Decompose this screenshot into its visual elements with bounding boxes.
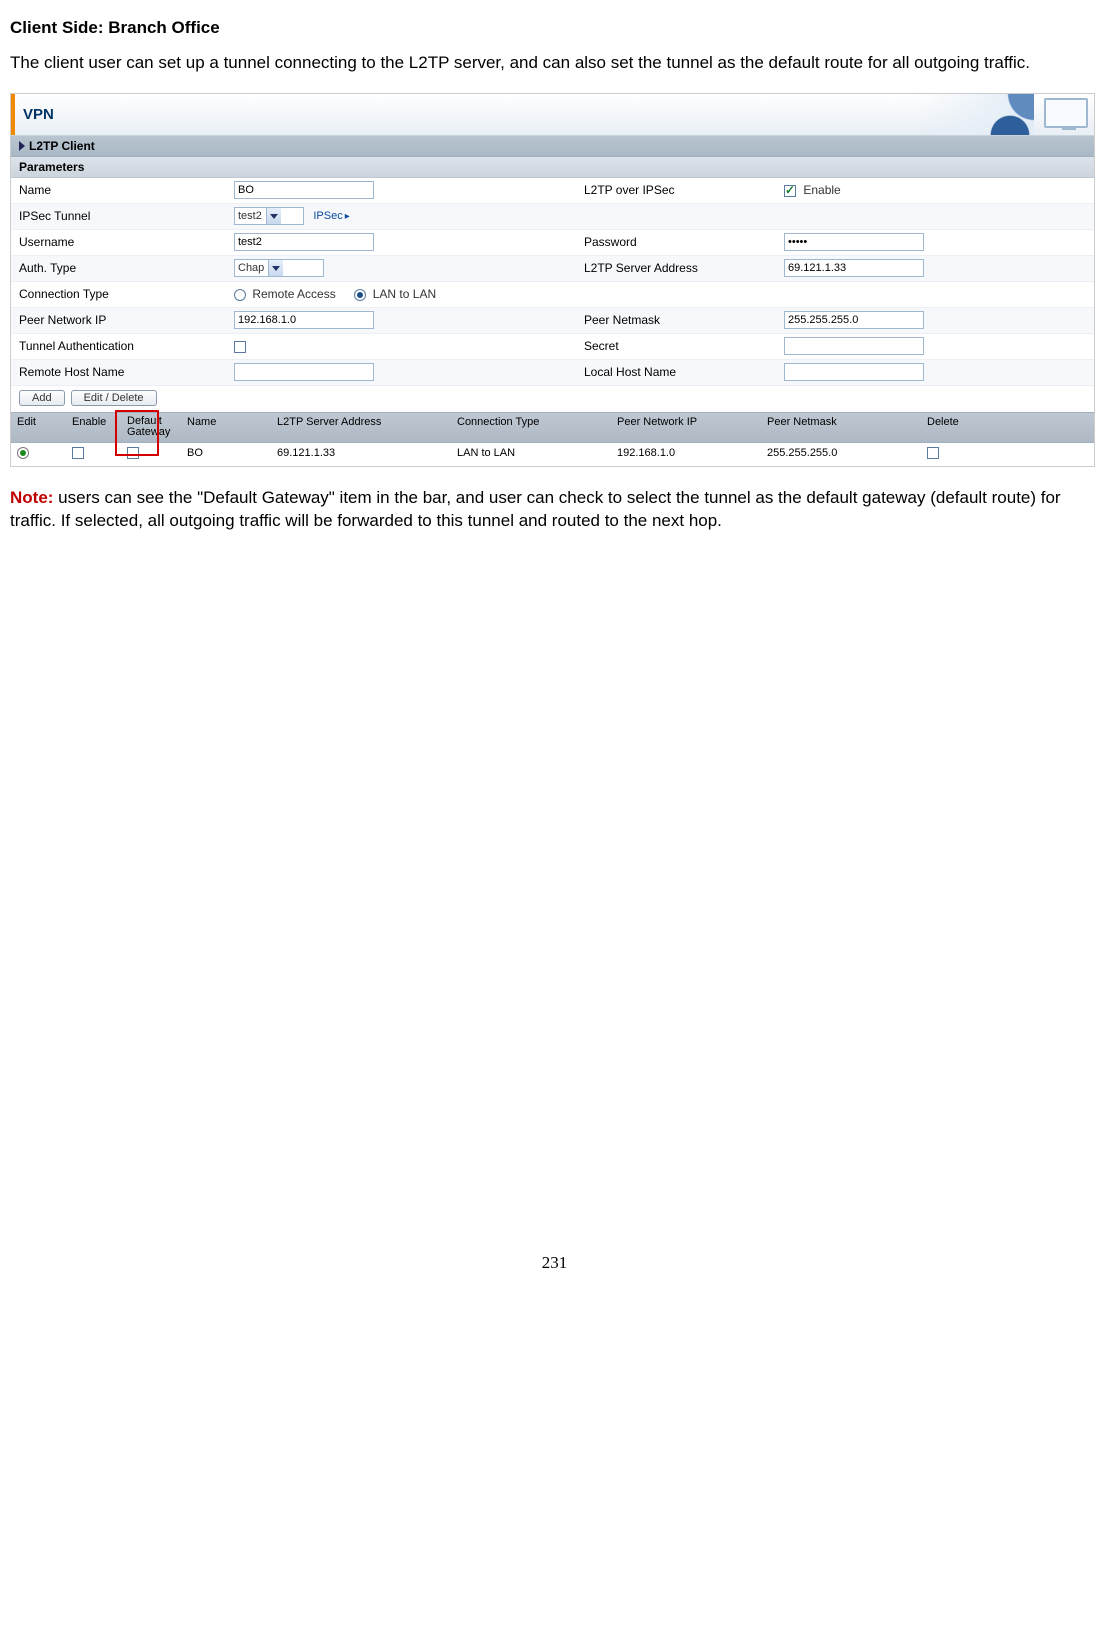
accent-strip (11, 94, 15, 135)
label-server-addr: L2TP Server Address (584, 261, 784, 275)
chevron-down-icon (266, 208, 281, 224)
label-tunnel-auth: Tunnel Authentication (19, 339, 234, 353)
grid-header: Edit Enable Default Gateway Name L2TP Se… (11, 412, 1094, 443)
gh-peerip: Peer Network IP (611, 413, 761, 442)
monitor-icon (1034, 94, 1094, 135)
checkbox-tunnel-auth[interactable] (234, 341, 246, 353)
grid-row: BO 69.121.1.33 LAN to LAN 192.168.1.0 25… (11, 443, 1094, 466)
vpn-header-title: VPN (23, 106, 54, 123)
label-remote-access: Remote Access (252, 287, 335, 301)
row-name: Name L2TP over IPSec Enable (11, 178, 1094, 204)
input-username[interactable] (234, 233, 374, 251)
label-local-host: Local Host Name (584, 365, 784, 379)
gh-server: L2TP Server Address (271, 413, 451, 442)
input-server-addr[interactable] (784, 259, 924, 277)
doc-heading: Client Side: Branch Office (10, 18, 1099, 38)
select-ipsec-value: test2 (238, 210, 262, 222)
tunnel-grid: Edit Enable Default Gateway Name L2TP Se… (11, 412, 1094, 466)
note-label: Note: (10, 488, 53, 507)
link-ipsec[interactable]: IPSec (313, 210, 349, 222)
label-remote-host: Remote Host Name (19, 365, 234, 379)
input-remote-host[interactable] (234, 363, 374, 381)
row-peer-ip: Peer Network IP Peer Netmask (11, 308, 1094, 334)
label-auth-type: Auth. Type (19, 261, 234, 275)
row-ipsec-tunnel: IPSec Tunnel test2 IPSec (11, 204, 1094, 230)
row-hostnames: Remote Host Name Local Host Name (11, 360, 1094, 386)
gr-peermask: 255.255.255.0 (761, 443, 921, 466)
row-username: Username Password (11, 230, 1094, 256)
triangle-icon (19, 141, 25, 151)
label-peer-ip: Peer Network IP (19, 313, 234, 327)
gh-name: Name (181, 413, 271, 442)
chevron-down-icon (268, 260, 283, 276)
parameters-bar: Parameters (11, 157, 1094, 178)
select-ipsec-tunnel[interactable]: test2 (234, 207, 304, 225)
label-conn-type: Connection Type (19, 287, 234, 301)
radio-remote-access[interactable] (234, 289, 246, 301)
vpn-panel-header: VPN (11, 94, 1094, 136)
input-peer-ip[interactable] (234, 311, 374, 329)
gh-conn: Connection Type (451, 413, 611, 442)
input-name[interactable] (234, 181, 374, 199)
add-button[interactable]: Add (19, 390, 65, 406)
highlight-box (115, 410, 159, 456)
checkbox-delete-row[interactable] (927, 447, 939, 459)
label-lan-to-lan: LAN to LAN (373, 287, 436, 301)
page-number: 231 (10, 1253, 1099, 1273)
row-auth: Auth. Type Chap L2TP Server Address (11, 256, 1094, 282)
radio-edit-row[interactable] (17, 447, 29, 459)
checkbox-enable-ipsec[interactable] (784, 185, 796, 197)
button-row: Add Edit / Delete (11, 386, 1094, 412)
label-l2tp-over-ipsec: L2TP over IPSec (584, 183, 784, 197)
input-secret[interactable] (784, 337, 924, 355)
select-auth-type[interactable]: Chap (234, 259, 324, 277)
label-secret: Secret (584, 339, 784, 353)
section-l2tp-client[interactable]: L2TP Client (11, 136, 1094, 157)
input-password[interactable] (784, 233, 924, 251)
gr-name: BO (181, 443, 271, 466)
gr-server: 69.121.1.33 (271, 443, 451, 466)
label-enable: Enable (803, 183, 840, 197)
row-conn-type: Connection Type Remote Access LAN to LAN (11, 282, 1094, 308)
doc-intro: The client user can set up a tunnel conn… (10, 52, 1099, 75)
gh-enable: Enable (66, 413, 121, 442)
section-label: L2TP Client (29, 139, 95, 153)
checkbox-enable-row[interactable] (72, 447, 84, 459)
label-name: Name (19, 183, 234, 197)
label-ipsec-tunnel: IPSec Tunnel (19, 209, 234, 223)
radio-lan-to-lan[interactable] (354, 289, 366, 301)
note-body: users can see the "Default Gateway" item… (10, 488, 1061, 530)
vpn-config-screenshot: VPN L2TP Client Parameters Name L2TP ove… (10, 93, 1095, 467)
input-local-host[interactable] (784, 363, 924, 381)
gr-conn: LAN to LAN (451, 443, 611, 466)
label-peer-netmask: Peer Netmask (584, 313, 784, 327)
edit-delete-button[interactable]: Edit / Delete (71, 390, 157, 406)
gr-peerip: 192.168.1.0 (611, 443, 761, 466)
label-username: Username (19, 235, 234, 249)
curve-graphic (914, 94, 1034, 135)
doc-note: Note: users can see the "Default Gateway… (10, 487, 1099, 533)
gh-edit: Edit (11, 413, 66, 442)
label-password: Password (584, 235, 784, 249)
row-tunnel-auth: Tunnel Authentication Secret (11, 334, 1094, 360)
input-peer-netmask[interactable] (784, 311, 924, 329)
gh-peermask: Peer Netmask (761, 413, 921, 442)
header-deco (854, 94, 1094, 135)
gh-delete: Delete (921, 413, 1094, 442)
select-auth-value: Chap (238, 262, 264, 274)
